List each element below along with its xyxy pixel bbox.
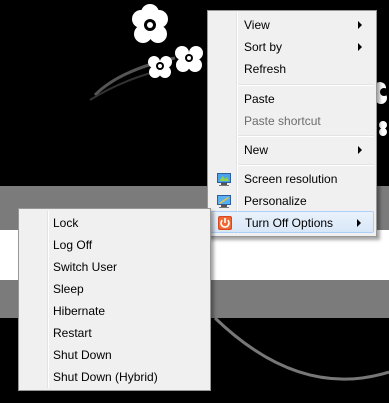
submenu-item-label: Shut Down	[53, 348, 112, 362]
submenu-arrow-icon	[358, 43, 362, 51]
submenu-item-label: Shut Down (Hybrid)	[53, 370, 158, 384]
submenu-item-restart[interactable]: Restart	[21, 322, 208, 344]
menu-separator	[238, 135, 374, 137]
submenu-item-label: Hibernate	[53, 304, 106, 318]
submenu-item-log-off[interactable]: Log Off	[21, 234, 208, 256]
submenu-arrow-icon	[358, 21, 362, 29]
power-icon	[218, 216, 232, 230]
submenu-item-sleep[interactable]: Sleep	[21, 278, 208, 300]
submenu-item-switch-user[interactable]: Switch User	[21, 256, 208, 278]
menu-item-view[interactable]: View	[210, 14, 374, 36]
menu-item-paste-shortcut: Paste shortcut	[210, 110, 374, 132]
submenu-item-label: Lock	[53, 216, 79, 230]
menu-item-personalize[interactable]: Personalize	[210, 190, 374, 212]
menu-item-refresh[interactable]: Refresh	[210, 58, 374, 80]
desktop-context-menu: View Sort by Refresh Paste Paste shortcu…	[207, 10, 377, 237]
menu-item-paste[interactable]: Paste	[210, 88, 374, 110]
menu-separator	[238, 164, 374, 166]
menu-item-label: Screen resolution	[244, 172, 338, 186]
menu-item-label: New	[244, 143, 269, 157]
menu-item-label: Paste	[244, 92, 275, 106]
submenu-item-hibernate[interactable]: Hibernate	[21, 300, 208, 322]
submenu-arrow-icon	[357, 219, 361, 227]
submenu-item-shut-down-hybrid[interactable]: Shut Down (Hybrid)	[21, 366, 208, 388]
submenu-item-label: Switch User	[53, 260, 118, 274]
menu-item-label: Refresh	[244, 62, 287, 76]
submenu-item-label: Log Off	[53, 238, 93, 252]
submenu-item-label: Sleep	[53, 282, 84, 296]
menu-separator	[238, 84, 374, 86]
menu-item-label: Turn Off Options	[245, 216, 334, 230]
submenu-arrow-icon	[358, 146, 362, 154]
menu-item-label: View	[244, 18, 270, 32]
menu-item-label: Paste shortcut	[244, 114, 321, 128]
menu-item-turn-off-options[interactable]: Turn Off Options	[210, 211, 374, 233]
menu-item-label: Personalize	[244, 194, 307, 208]
personalize-monitor-icon	[217, 195, 231, 208]
menu-item-screen-resolution[interactable]: Screen resolution	[210, 168, 374, 190]
submenu-item-lock[interactable]: Lock	[21, 212, 208, 234]
submenu-item-shut-down[interactable]: Shut Down	[21, 344, 208, 366]
submenu-item-label: Restart	[53, 326, 92, 340]
menu-item-new[interactable]: New	[210, 139, 374, 161]
monitor-icon	[217, 173, 231, 186]
turn-off-submenu: Lock Log Off Switch User Sleep Hibernate…	[18, 208, 211, 391]
menu-item-sort-by[interactable]: Sort by	[210, 36, 374, 58]
menu-item-label: Sort by	[244, 40, 283, 54]
